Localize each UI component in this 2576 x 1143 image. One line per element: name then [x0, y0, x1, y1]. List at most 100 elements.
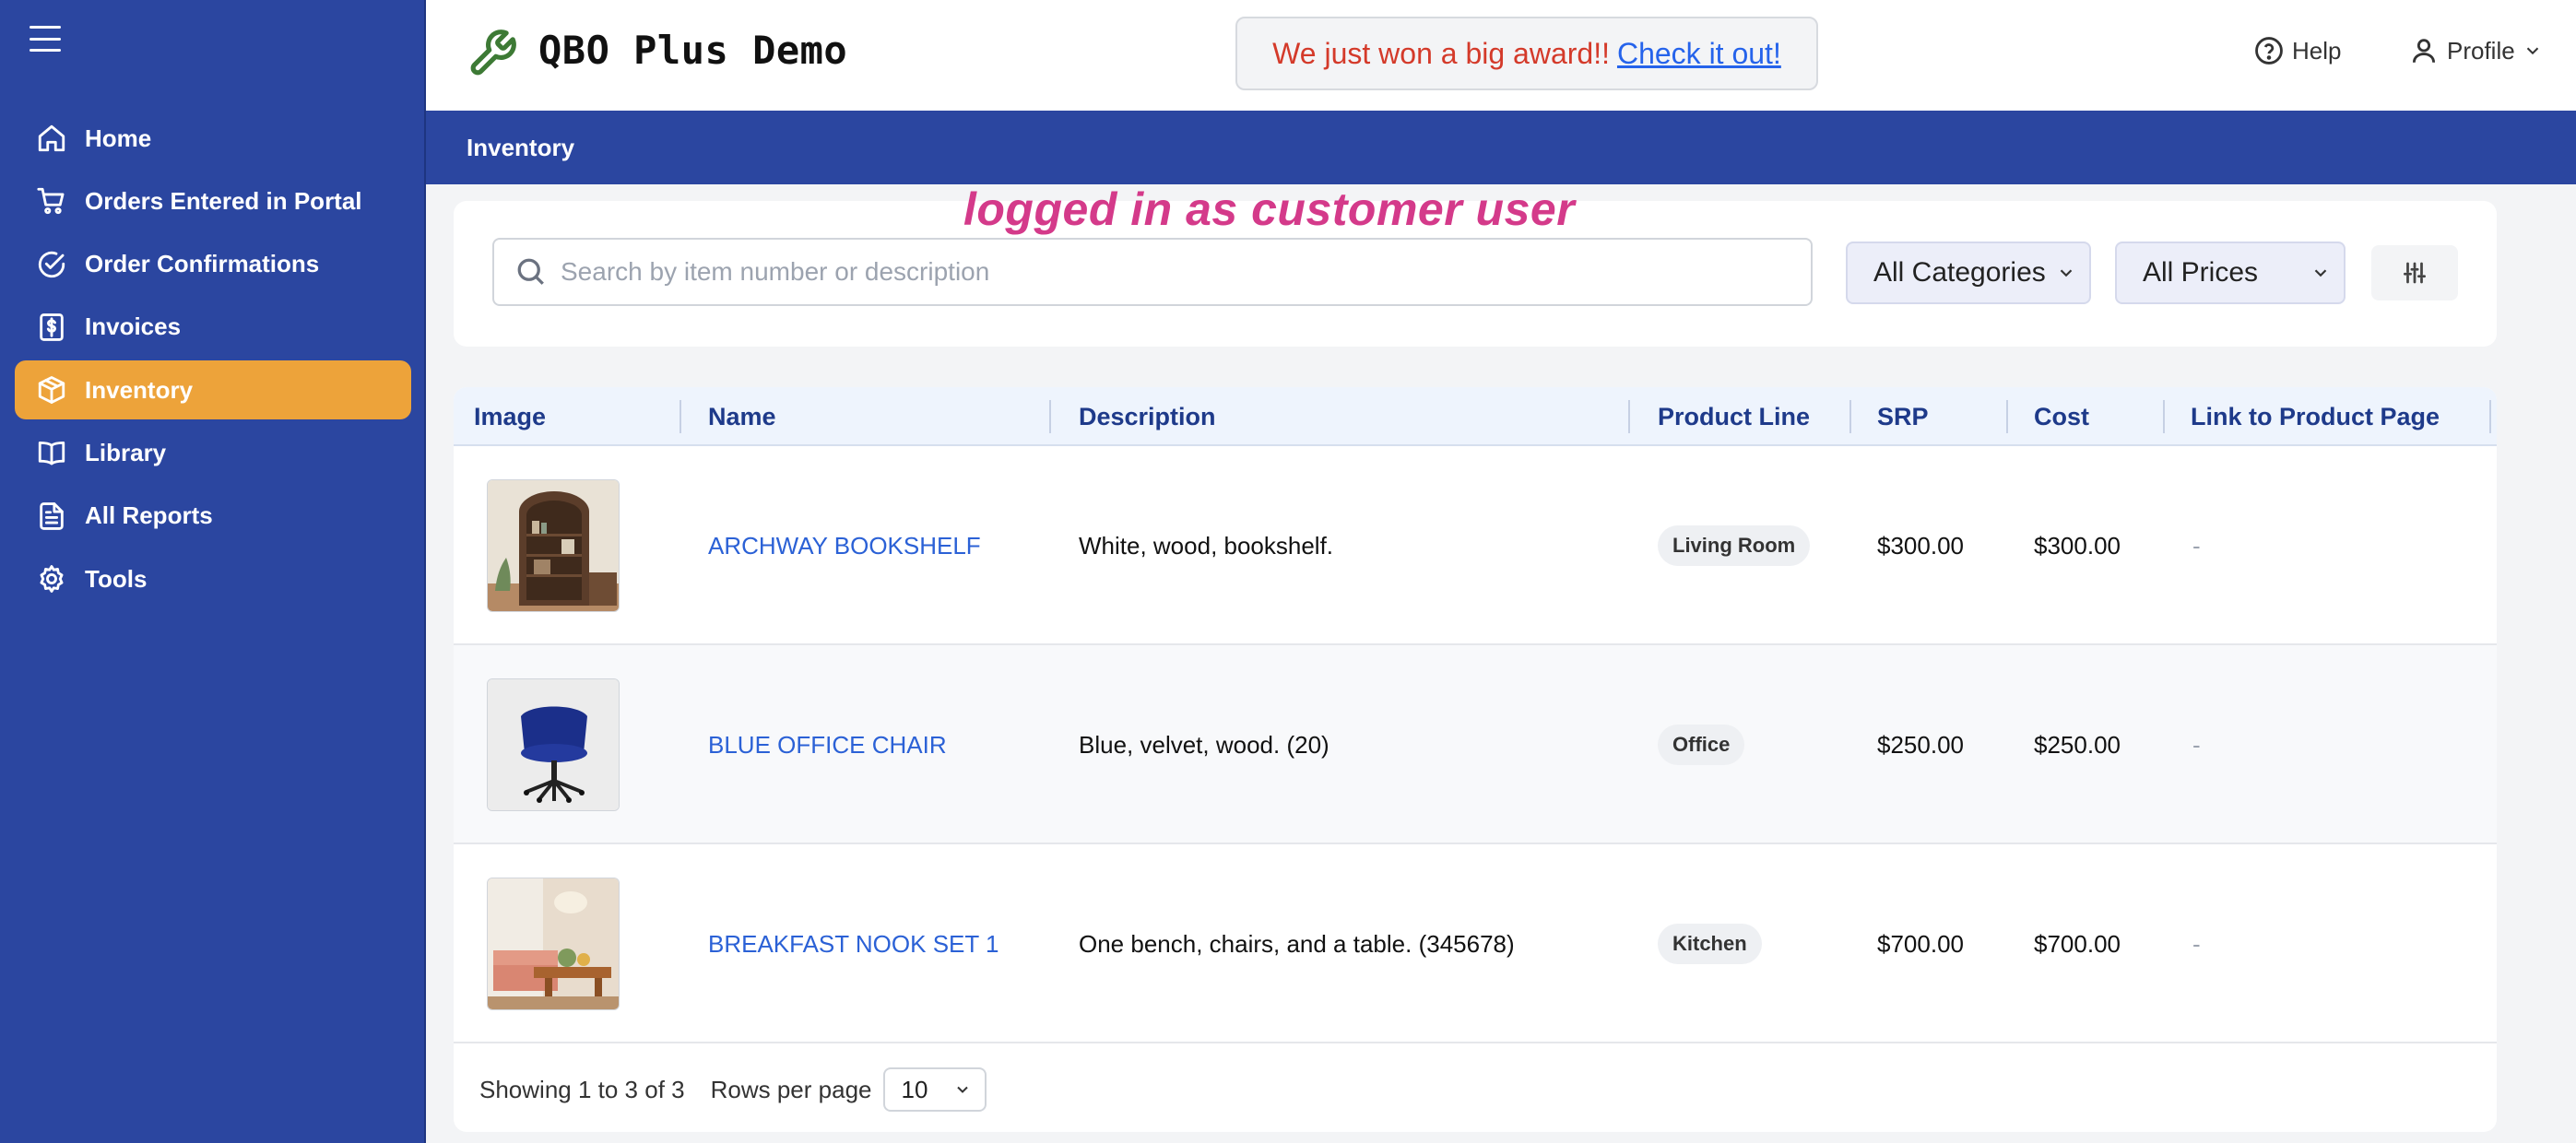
product-line-badge: Living Room [1658, 525, 1811, 566]
column-header-product-line[interactable]: Product Line [1658, 387, 1810, 446]
product-name-link[interactable]: BLUE OFFICE CHAIR [708, 645, 947, 844]
category-select[interactable]: All Categories [1846, 242, 2091, 304]
profile-label: Profile [2447, 36, 2515, 65]
sidebar-item-label: Home [85, 124, 152, 152]
column-header-srp[interactable]: SRP [1877, 387, 1929, 446]
column-header-link[interactable]: Link to Product Page [2191, 387, 2440, 446]
sidebar-item-label: Orders Entered in Portal [85, 186, 362, 215]
top-header: QBO Plus Demo We just won a big award!! … [426, 0, 2576, 111]
report-icon [35, 500, 68, 533]
srp-value: $300.00 [1877, 531, 1964, 560]
help-label: Help [2292, 36, 2342, 65]
product-name-link[interactable]: ARCHWAY BOOKSHELF [708, 446, 981, 645]
product-line-badge: Office [1658, 725, 1745, 765]
column-header-image[interactable]: Image [474, 387, 546, 446]
product-line-badge: Kitchen [1658, 924, 1762, 964]
product-image-breakfast-nook [487, 878, 620, 1010]
column-header-cost[interactable]: Cost [2034, 387, 2089, 446]
table-row[interactable]: BLUE OFFICE CHAIR Blue, velvet, wood. (2… [454, 645, 2497, 844]
award-text: We just won a big award!! [1272, 36, 1610, 70]
help-icon [2255, 37, 2283, 65]
product-page-link: - [2192, 531, 2201, 560]
profile-menu[interactable]: Profile [2408, 35, 2543, 66]
sidebar-item-label: Tools [85, 564, 148, 593]
column-divider[interactable] [1628, 400, 1630, 433]
product-page-link: - [2192, 730, 2201, 759]
sidebar-item-label: All Reports [85, 501, 213, 530]
column-divider[interactable] [1849, 400, 1851, 433]
sidebar-item-label: Inventory [85, 375, 194, 404]
column-divider[interactable] [2163, 400, 2165, 433]
home-icon [35, 122, 68, 155]
product-page-link: - [2192, 929, 2201, 958]
product-description: White, wood, bookshelf. [1079, 531, 1334, 560]
column-settings-button[interactable] [2371, 245, 2458, 300]
sidebar-item-orders-entered[interactable]: Orders Entered in Portal [15, 171, 411, 230]
product-description: Blue, velvet, wood. (20) [1079, 730, 1329, 759]
srp-value: $250.00 [1877, 730, 1964, 759]
price-select-value: All Prices [2143, 257, 2259, 288]
sidebar-item-all-reports[interactable]: All Reports [15, 487, 411, 546]
help-button[interactable]: Help [2253, 35, 2341, 66]
search-box[interactable] [492, 238, 1813, 306]
sidebar-item-label: Library [85, 438, 167, 466]
price-select[interactable]: All Prices [2115, 242, 2346, 304]
column-divider[interactable] [1049, 400, 1051, 433]
chevron-down-icon [2526, 47, 2538, 55]
sidebar-item-inventory[interactable]: Inventory [15, 360, 411, 420]
cart-icon [35, 184, 68, 218]
wrench-logo-icon [467, 28, 518, 79]
column-divider[interactable] [2006, 400, 2008, 433]
rows-per-page-label: Rows per page [710, 1075, 872, 1103]
sidebar-item-tools[interactable]: Tools [15, 549, 411, 608]
table-row[interactable]: BREAKFAST NOOK SET 1 One bench, chairs, … [454, 844, 2497, 1043]
sliders-icon [2404, 262, 2426, 284]
product-line-cell: Kitchen [1658, 844, 1762, 1043]
page-header-bar: Inventory [426, 111, 2576, 184]
rows-per-page-select[interactable]: 10 [882, 1067, 987, 1112]
product-line-cell: Office [1658, 645, 1745, 844]
sidebar-item-home[interactable]: Home [15, 109, 411, 168]
column-divider[interactable] [2489, 400, 2491, 433]
dollar-document-icon [35, 311, 68, 344]
cost-value: $250.00 [2034, 730, 2121, 759]
search-input[interactable] [561, 257, 1759, 287]
column-header-name[interactable]: Name [708, 387, 776, 446]
table-pagination: Showing 1 to 3 of 3 Rows per page 10 [454, 1047, 2497, 1132]
rows-per-page-value: 10 [901, 1075, 928, 1103]
package-icon [35, 373, 68, 407]
book-icon [35, 436, 68, 469]
search-icon [517, 258, 544, 285]
product-image-office-chair [487, 678, 620, 811]
sidebar-item-label: Invoices [85, 312, 182, 341]
app-title: QBO Plus Demo [538, 28, 848, 73]
gear-icon [35, 562, 68, 595]
sidebar-item-invoices[interactable]: Invoices [15, 298, 411, 357]
table-header: Image Name Description Product Line SRP … [454, 387, 2497, 446]
sidebar-item-order-confirmations[interactable]: Order Confirmations [15, 235, 411, 294]
cost-value: $700.00 [2034, 929, 2121, 958]
user-icon [2412, 39, 2436, 63]
sidebar: Home Orders Entered in Portal Order Conf… [0, 0, 426, 1143]
menu-toggle-icon[interactable] [30, 26, 61, 52]
sidebar-nav: Home Orders Entered in Portal Order Conf… [15, 109, 411, 612]
sidebar-item-library[interactable]: Library [15, 423, 411, 482]
award-link[interactable]: Check it out! [1617, 37, 1781, 71]
customer-user-note: logged in as customer user [963, 183, 1576, 235]
sidebar-item-label: Order Confirmations [85, 250, 320, 278]
column-divider[interactable] [679, 400, 681, 433]
chevron-down-icon [2314, 269, 2327, 277]
column-header-description[interactable]: Description [1079, 387, 1216, 446]
table-row[interactable]: ARCHWAY BOOKSHELF White, wood, bookshelf… [454, 446, 2497, 645]
product-line-cell: Living Room [1658, 446, 1811, 645]
srp-value: $700.00 [1877, 929, 1964, 958]
showing-count: Showing 1 to 3 of 3 [479, 1075, 685, 1103]
product-name-link[interactable]: BREAKFAST NOOK SET 1 [708, 844, 998, 1043]
page-title: Inventory [467, 134, 575, 161]
cost-value: $300.00 [2034, 531, 2121, 560]
product-description: One bench, chairs, and a table. (345678) [1079, 929, 1515, 958]
award-banner: We just won a big award!! Check it out! [1235, 17, 1818, 90]
category-select-value: All Categories [1873, 257, 2046, 288]
inventory-table: Image Name Description Product Line SRP … [454, 387, 2497, 1132]
chevron-down-icon [956, 1086, 968, 1093]
